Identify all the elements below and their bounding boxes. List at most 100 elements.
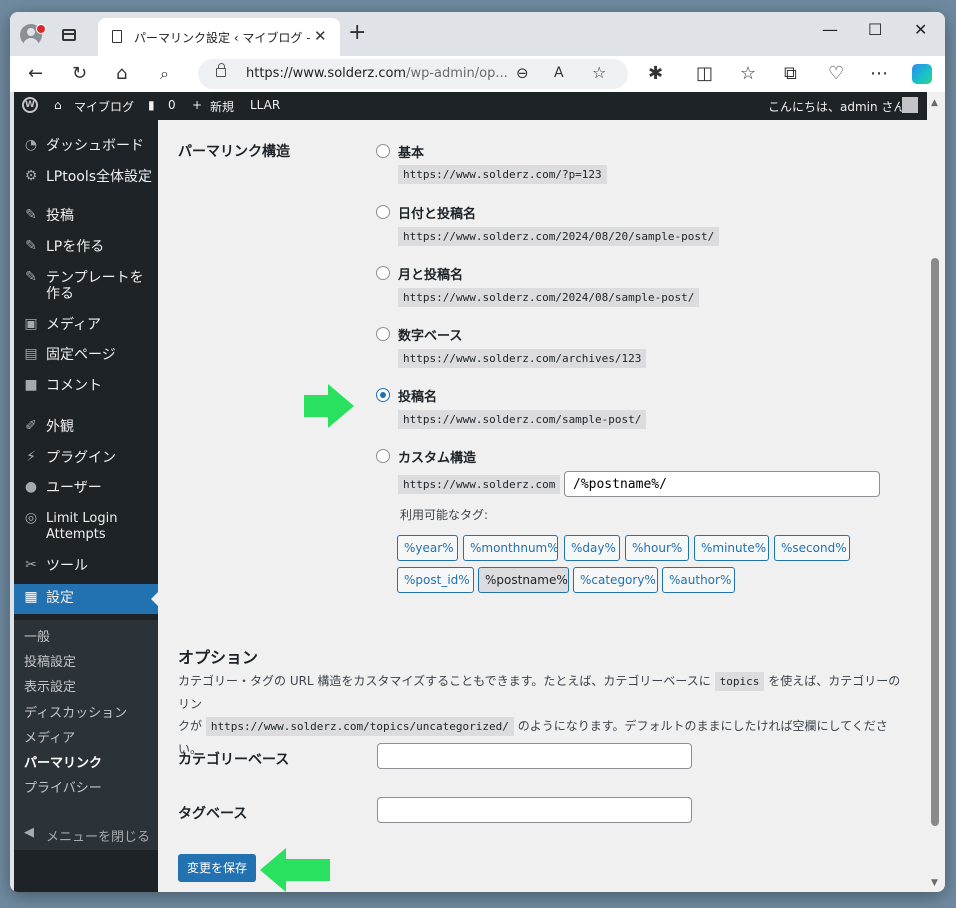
wordpress-logo-icon[interactable]: W — [22, 97, 38, 113]
radio-label-plain[interactable]: 基本 — [398, 142, 424, 161]
radio-label-month-name[interactable]: 月と投稿名 — [398, 264, 463, 283]
home-icon[interactable]: ⌂ — [116, 63, 127, 85]
read-aloud-icon[interactable]: A — [554, 62, 564, 84]
tab-actions-icon[interactable] — [62, 29, 76, 41]
new-content-link[interactable]: 新規 — [210, 98, 234, 115]
radio-label-day-name[interactable]: 日付と投稿名 — [398, 203, 476, 222]
radio-month-name[interactable] — [376, 266, 390, 280]
menu-pages[interactable]: ▤ 固定ページ — [14, 341, 158, 371]
submenu-privacy[interactable]: プライバシー — [24, 777, 102, 796]
tag-day-button[interactable]: %day% — [564, 535, 620, 561]
menu-settings[interactable]: ▦ 設定 — [14, 584, 158, 614]
minimize-button[interactable]: — — [822, 20, 838, 39]
tag-monthnum-button[interactable]: %monthnum% — [463, 535, 559, 561]
tag-hour-button[interactable]: %hour% — [625, 535, 689, 561]
gear-icon: ⚙ — [24, 168, 38, 184]
tab-permalink[interactable]: パーマリンク設定 ‹ マイブログ — Wor ✕ — [98, 18, 340, 56]
submenu-writing[interactable]: 投稿設定 — [24, 651, 76, 670]
favorite-star-icon[interactable]: ☆ — [592, 62, 606, 84]
collapse-label: メニューを閉じる — [46, 830, 151, 845]
menu-users[interactable]: ● ユーザー — [14, 474, 158, 504]
favorites-icon[interactable]: ☆ — [740, 63, 756, 85]
url-text[interactable]: https://www.solderz.com/wp-admin/op... — [246, 66, 508, 81]
options-heading: オプション — [178, 648, 259, 667]
comment-icon[interactable]: ▮ — [148, 98, 155, 112]
radio-label-custom[interactable]: カスタム構造 — [398, 447, 476, 466]
extensions-icon[interactable]: ✱ — [648, 63, 663, 85]
more-icon[interactable]: ⋯ — [870, 63, 888, 85]
dashboard-icon: ◔ — [24, 137, 38, 153]
close-window-button[interactable]: ✕ — [914, 20, 927, 39]
radio-post-name[interactable] — [376, 388, 390, 402]
scroll-down-icon[interactable]: ▼ — [931, 878, 938, 888]
tab-bar: パーマリンク設定 ‹ マイブログ — Wor ✕ + — ☐ ✕ — [10, 12, 945, 56]
tab-close-icon[interactable]: ✕ — [314, 27, 327, 45]
back-icon[interactable]: ← — [28, 63, 43, 85]
llar-link[interactable]: LLAR — [250, 98, 280, 112]
plus-icon[interactable]: + — [192, 98, 202, 112]
maximize-button[interactable]: ☐ — [868, 20, 882, 39]
collections-icon[interactable]: ⧉ — [784, 63, 797, 85]
tag-base-input[interactable] — [377, 797, 692, 823]
tag-second-button[interactable]: %second% — [774, 535, 850, 561]
tag-postname-button[interactable]: %postname% — [478, 567, 569, 593]
example-topics-code: topics — [714, 672, 765, 691]
submenu-reading[interactable]: 表示設定 — [24, 676, 76, 695]
tag-category-button[interactable]: %category% — [573, 567, 658, 593]
menu-comments[interactable]: ■ コメント — [14, 372, 158, 402]
tag-post-id-button[interactable]: %post_id% — [397, 567, 474, 593]
scroll-up-icon[interactable]: ▲ — [931, 98, 938, 108]
reload-icon[interactable]: ↻ — [72, 63, 87, 85]
menu-limit-login[interactable]: ◎ Limit Login Attempts — [14, 505, 158, 545]
menu-tools[interactable]: ✂ ツール — [14, 552, 158, 582]
tag-author-button[interactable]: %author% — [662, 567, 735, 593]
address-bar[interactable]: https://www.solderz.com/wp-admin/op... ⊖… — [198, 59, 628, 89]
radio-custom[interactable] — [376, 449, 390, 463]
submenu-permalink[interactable]: パーマリンク — [24, 752, 102, 771]
menu-plugins[interactable]: ⚡ プラグイン — [14, 444, 158, 474]
zoom-icon[interactable]: ⊖ — [516, 62, 529, 84]
example-category-url-code: https://www.solderz.com/topics/uncategor… — [205, 717, 514, 736]
menu-appearance[interactable]: ✐ 外観 — [14, 413, 158, 443]
wp-admin-bar: W ⌂ マイブログ ▮ 0 + 新規 LLAR こんにちは、admin さん — [14, 92, 927, 120]
greeting[interactable]: こんにちは、admin さん — [768, 98, 905, 115]
radio-day-name[interactable] — [376, 205, 390, 219]
main-content: パーマリンク構造 基本 https://www.solderz.com/?p=1… — [158, 120, 927, 892]
menu-make-lp[interactable]: ✎ LPを作る — [14, 233, 158, 263]
performance-icon[interactable]: ♡ — [828, 63, 844, 85]
site-name-link[interactable]: マイブログ — [74, 98, 134, 115]
page-icon: ▤ — [24, 346, 38, 362]
search-icon[interactable]: ⌕ — [160, 63, 169, 85]
radio-plain[interactable] — [376, 144, 390, 158]
submenu-media[interactable]: メディア — [24, 727, 75, 746]
radio-label-numeric[interactable]: 数字ベース — [398, 325, 462, 344]
radio-label-post-name[interactable]: 投稿名 — [398, 386, 437, 405]
split-screen-icon[interactable]: ◫ — [696, 63, 713, 85]
radio-numeric[interactable] — [376, 327, 390, 341]
tab-title: パーマリンク設定 ‹ マイブログ — Wor — [134, 31, 310, 45]
submenu-discussion[interactable]: ディスカッション — [24, 702, 127, 721]
new-tab-button[interactable]: + — [348, 22, 366, 44]
menu-posts[interactable]: ✎ 投稿 — [14, 202, 158, 232]
plugin-icon: ⚡ — [26, 449, 36, 465]
page-scrollbar[interactable]: ▲ ▼ — [927, 92, 945, 892]
tag-year-button[interactable]: %year% — [397, 535, 458, 561]
avatar[interactable] — [902, 97, 918, 113]
category-base-input[interactable] — [377, 743, 692, 769]
menu-dashboard[interactable]: ◔ ダッシュボード — [14, 132, 158, 162]
menu-lptools[interactable]: ⚙ LPtools全体設定 — [14, 163, 158, 193]
save-button[interactable]: 変更を保存 — [178, 854, 256, 882]
comments-count[interactable]: 0 — [168, 98, 176, 112]
appearance-icon: ✐ — [25, 418, 37, 434]
custom-structure-input[interactable] — [564, 471, 880, 497]
scroll-thumb[interactable] — [931, 258, 939, 826]
menu-media[interactable]: ▣ メディア — [14, 311, 158, 341]
collapse-menu-button[interactable]: ◀ メニューを閉じる — [14, 820, 158, 850]
menu-make-template[interactable]: ✎ テンプレートを作る — [14, 264, 158, 306]
example-url-post-name: https://www.solderz.com/sample-post/ — [398, 410, 647, 429]
submenu-general[interactable]: 一般 — [24, 626, 50, 645]
home-icon[interactable]: ⌂ — [54, 98, 62, 112]
browser-toolbar: ← ↻ ⌂ ⌕ https://www.solderz.com/wp-admin… — [10, 56, 945, 92]
copilot-icon[interactable] — [912, 64, 932, 84]
tag-minute-button[interactable]: %minute% — [694, 535, 769, 561]
